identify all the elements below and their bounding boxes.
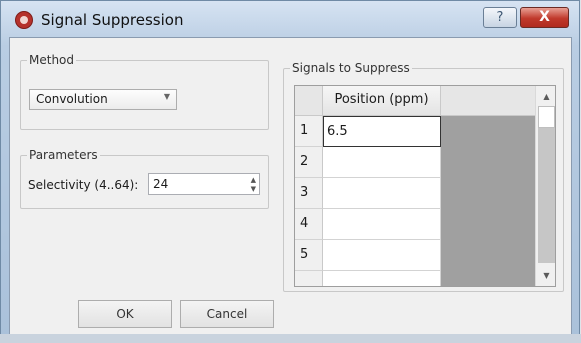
scrollbar-track[interactable] bbox=[538, 128, 555, 263]
selectivity-spinbox[interactable]: 24 ▲ ▼ bbox=[148, 173, 260, 195]
column-header-position[interactable]: Position (ppm) bbox=[323, 86, 441, 116]
header-empty-area bbox=[441, 86, 535, 116]
row-header[interactable]: 4 bbox=[295, 209, 323, 240]
spin-up-icon[interactable]: ▲ bbox=[251, 176, 256, 184]
title-bar[interactable]: Signal Suppression ? X bbox=[1, 1, 579, 37]
chevron-down-icon: ▼ bbox=[163, 92, 170, 101]
table-cell[interactable] bbox=[323, 147, 441, 178]
vertical-scrollbar[interactable]: ▲ ▼ bbox=[535, 86, 555, 286]
method-group: Method Convolution ▼ bbox=[20, 53, 269, 130]
method-selected-value: Convolution bbox=[36, 92, 108, 106]
spin-down-icon[interactable]: ▼ bbox=[251, 185, 256, 193]
row-header[interactable]: 5 bbox=[295, 240, 323, 271]
table-cell[interactable] bbox=[323, 240, 441, 271]
signals-legend: Signals to Suppress bbox=[290, 61, 412, 75]
scrollbar-thumb[interactable] bbox=[538, 106, 555, 128]
window-title: Signal Suppression bbox=[41, 11, 184, 29]
parameters-legend: Parameters bbox=[27, 148, 100, 162]
method-legend: Method bbox=[27, 53, 77, 67]
parameters-group: Parameters Selectivity (4..64): 24 ▲ ▼ bbox=[20, 148, 269, 209]
scroll-down-icon[interactable]: ▼ bbox=[538, 267, 555, 284]
selectivity-label: Selectivity (4..64): bbox=[28, 178, 139, 192]
method-combobox[interactable]: Convolution ▼ bbox=[29, 89, 177, 110]
table-corner[interactable] bbox=[295, 86, 323, 116]
dialog-window: Signal Suppression ? X Method Convolutio… bbox=[0, 0, 580, 342]
row-header[interactable]: 1 bbox=[295, 116, 323, 147]
signals-group: Signals to Suppress Position (ppm) 1 6.5… bbox=[283, 61, 564, 292]
table-cell[interactable] bbox=[323, 178, 441, 209]
close-button[interactable]: X bbox=[520, 7, 569, 28]
table-cell[interactable] bbox=[323, 209, 441, 240]
help-button[interactable]: ? bbox=[483, 7, 517, 28]
cancel-button[interactable]: Cancel bbox=[180, 300, 274, 328]
table-cell[interactable]: 6.5 bbox=[323, 116, 441, 147]
table-cell[interactable] bbox=[323, 271, 441, 286]
scroll-up-icon[interactable]: ▲ bbox=[538, 88, 555, 105]
app-icon bbox=[15, 11, 33, 29]
dialog-body: Method Convolution ▼ Parameters Selectiv… bbox=[9, 37, 572, 335]
ok-button[interactable]: OK bbox=[78, 300, 172, 328]
row-header[interactable]: 2 bbox=[295, 147, 323, 178]
row-header[interactable]: 3 bbox=[295, 178, 323, 209]
signals-table[interactable]: Position (ppm) 1 6.5 2 3 4 5 ▲ ▼ bbox=[294, 85, 556, 287]
row-header[interactable] bbox=[295, 271, 323, 286]
table-empty-area bbox=[441, 116, 535, 286]
background-strip bbox=[0, 334, 581, 343]
selectivity-value: 24 bbox=[153, 177, 169, 191]
